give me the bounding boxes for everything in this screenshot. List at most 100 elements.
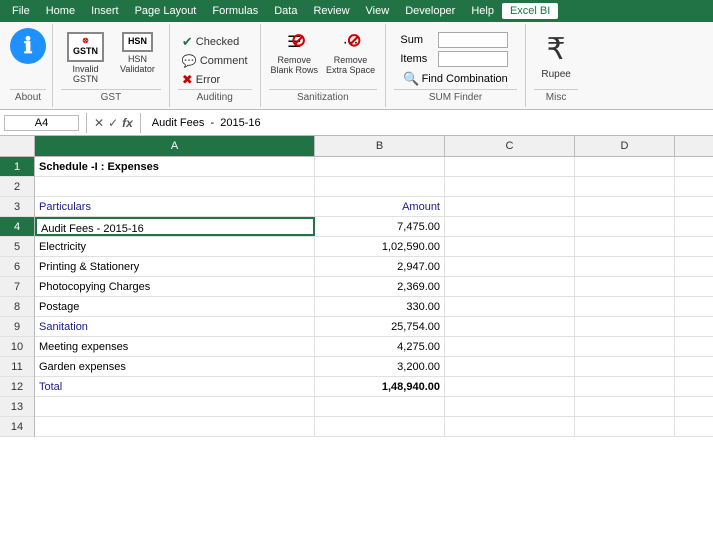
menu-view[interactable]: View bbox=[358, 3, 398, 19]
cell-b12[interactable]: 1,48,940.00 bbox=[315, 377, 445, 396]
cell-a7[interactable]: Photocopying Charges bbox=[35, 277, 315, 296]
cell-a8[interactable]: Postage bbox=[35, 297, 315, 316]
cell-b13[interactable] bbox=[315, 397, 445, 416]
cell-c13[interactable] bbox=[445, 397, 575, 416]
menu-excelbi[interactable]: Excel BI bbox=[502, 3, 558, 19]
cell-b5[interactable]: 1,02,590.00 bbox=[315, 237, 445, 256]
cell-b3[interactable]: Amount bbox=[315, 197, 445, 216]
cell-d10[interactable] bbox=[575, 337, 675, 356]
cell-c11[interactable] bbox=[445, 357, 575, 376]
row-num-13[interactable]: 13 bbox=[0, 397, 34, 417]
cell-b6[interactable]: 2,947.00 bbox=[315, 257, 445, 276]
cell-a4[interactable]: Audit Fees - 2015-16 bbox=[35, 217, 315, 236]
cell-b4[interactable]: 7,475.00 bbox=[315, 217, 445, 236]
cell-b1[interactable] bbox=[315, 157, 445, 176]
row-num-2[interactable]: 2 bbox=[0, 177, 34, 197]
cell-a14[interactable] bbox=[35, 417, 315, 436]
menu-review[interactable]: Review bbox=[305, 3, 357, 19]
menu-home[interactable]: Home bbox=[38, 3, 83, 19]
cell-d11[interactable] bbox=[575, 357, 675, 376]
cell-a3[interactable]: Particulars bbox=[35, 197, 315, 216]
row-num-12[interactable]: 12 bbox=[0, 377, 34, 397]
cell-a12[interactable]: Total bbox=[35, 377, 315, 396]
menu-insert[interactable]: Insert bbox=[83, 3, 127, 19]
cell-b2[interactable] bbox=[315, 177, 445, 196]
cell-d9[interactable] bbox=[575, 317, 675, 336]
row-num-10[interactable]: 10 bbox=[0, 337, 34, 357]
cell-c10[interactable] bbox=[445, 337, 575, 356]
about-button[interactable]: ℹ bbox=[10, 28, 46, 64]
cell-d3[interactable] bbox=[575, 197, 675, 216]
cell-d13[interactable] bbox=[575, 397, 675, 416]
row-num-11[interactable]: 11 bbox=[0, 357, 34, 377]
remove-extra-space-button[interactable]: ··· ⊘ RemoveExtra Space bbox=[324, 28, 377, 77]
col-header-c[interactable]: C bbox=[445, 136, 575, 156]
cell-d7[interactable] bbox=[575, 277, 675, 296]
col-header-d[interactable]: D bbox=[575, 136, 675, 156]
comment-button[interactable]: 💬 Comment bbox=[178, 53, 252, 69]
confirm-formula-icon[interactable]: ✓ bbox=[108, 116, 118, 130]
cell-d6[interactable] bbox=[575, 257, 675, 276]
cell-b11[interactable]: 3,200.00 bbox=[315, 357, 445, 376]
cell-b14[interactable] bbox=[315, 417, 445, 436]
cell-c12[interactable] bbox=[445, 377, 575, 396]
row-num-5[interactable]: 5 bbox=[0, 237, 34, 257]
cell-c4[interactable] bbox=[445, 217, 575, 236]
checked-button[interactable]: ✔ Checked bbox=[178, 33, 252, 51]
invalid-gstn-button[interactable]: ⊗ GSTN InvalidGSTN bbox=[61, 28, 110, 88]
row-num-7[interactable]: 7 bbox=[0, 277, 34, 297]
cell-b7[interactable]: 2,369.00 bbox=[315, 277, 445, 296]
cell-c1[interactable] bbox=[445, 157, 575, 176]
cell-c9[interactable] bbox=[445, 317, 575, 336]
row-num-14[interactable]: 14 bbox=[0, 417, 34, 437]
formula-input[interactable] bbox=[148, 116, 709, 130]
menu-help[interactable]: Help bbox=[463, 3, 502, 19]
cell-c2[interactable] bbox=[445, 177, 575, 196]
cancel-formula-icon[interactable]: ✕ bbox=[94, 116, 104, 130]
cell-d8[interactable] bbox=[575, 297, 675, 316]
cell-a6[interactable]: Printing & Stationery bbox=[35, 257, 315, 276]
cell-c3[interactable] bbox=[445, 197, 575, 216]
cell-d14[interactable] bbox=[575, 417, 675, 436]
menu-file[interactable]: File bbox=[4, 3, 38, 19]
hsn-validator-button[interactable]: HSN HSNValidator bbox=[114, 28, 161, 78]
cell-d12[interactable] bbox=[575, 377, 675, 396]
row-num-8[interactable]: 8 bbox=[0, 297, 34, 317]
row-num-1[interactable]: 1 bbox=[0, 157, 34, 177]
items-input[interactable] bbox=[438, 51, 508, 67]
cell-a11[interactable]: Garden expenses bbox=[35, 357, 315, 376]
cell-a13[interactable] bbox=[35, 397, 315, 416]
cell-c5[interactable] bbox=[445, 237, 575, 256]
cell-c14[interactable] bbox=[445, 417, 575, 436]
error-button[interactable]: ✖ Error bbox=[178, 71, 252, 89]
cell-c6[interactable] bbox=[445, 257, 575, 276]
row-num-9[interactable]: 9 bbox=[0, 317, 34, 337]
col-header-a[interactable]: A bbox=[35, 136, 315, 156]
cell-d1[interactable] bbox=[575, 157, 675, 176]
cell-a1[interactable]: Schedule -I : Expenses bbox=[35, 157, 315, 176]
row-num-6[interactable]: 6 bbox=[0, 257, 34, 277]
cell-b9[interactable]: 25,754.00 bbox=[315, 317, 445, 336]
cell-a10[interactable]: Meeting expenses bbox=[35, 337, 315, 356]
cell-d2[interactable] bbox=[575, 177, 675, 196]
cell-d4[interactable] bbox=[575, 217, 675, 236]
menu-developer[interactable]: Developer bbox=[397, 3, 463, 19]
cell-a2[interactable] bbox=[35, 177, 315, 196]
function-icon[interactable]: fx bbox=[122, 116, 133, 130]
remove-blank-rows-button[interactable]: ☰ ⊘ RemoveBlank Rows bbox=[269, 28, 321, 77]
find-combination-button[interactable]: 🔍 Find Combination bbox=[400, 70, 510, 88]
sum-input[interactable] bbox=[438, 32, 508, 48]
rupee-button[interactable]: ₹ Rupee bbox=[535, 28, 576, 84]
cell-c7[interactable] bbox=[445, 277, 575, 296]
menu-formulas[interactable]: Formulas bbox=[204, 3, 266, 19]
menu-data[interactable]: Data bbox=[266, 3, 305, 19]
cell-a5[interactable]: Electricity bbox=[35, 237, 315, 256]
menu-pagelayout[interactable]: Page Layout bbox=[127, 3, 205, 19]
cell-b8[interactable]: 330.00 bbox=[315, 297, 445, 316]
cell-b10[interactable]: 4,275.00 bbox=[315, 337, 445, 356]
cell-c8[interactable] bbox=[445, 297, 575, 316]
cell-reference[interactable] bbox=[4, 115, 79, 131]
cell-d5[interactable] bbox=[575, 237, 675, 256]
row-num-4[interactable]: 4 bbox=[0, 217, 34, 237]
col-header-b[interactable]: B bbox=[315, 136, 445, 156]
